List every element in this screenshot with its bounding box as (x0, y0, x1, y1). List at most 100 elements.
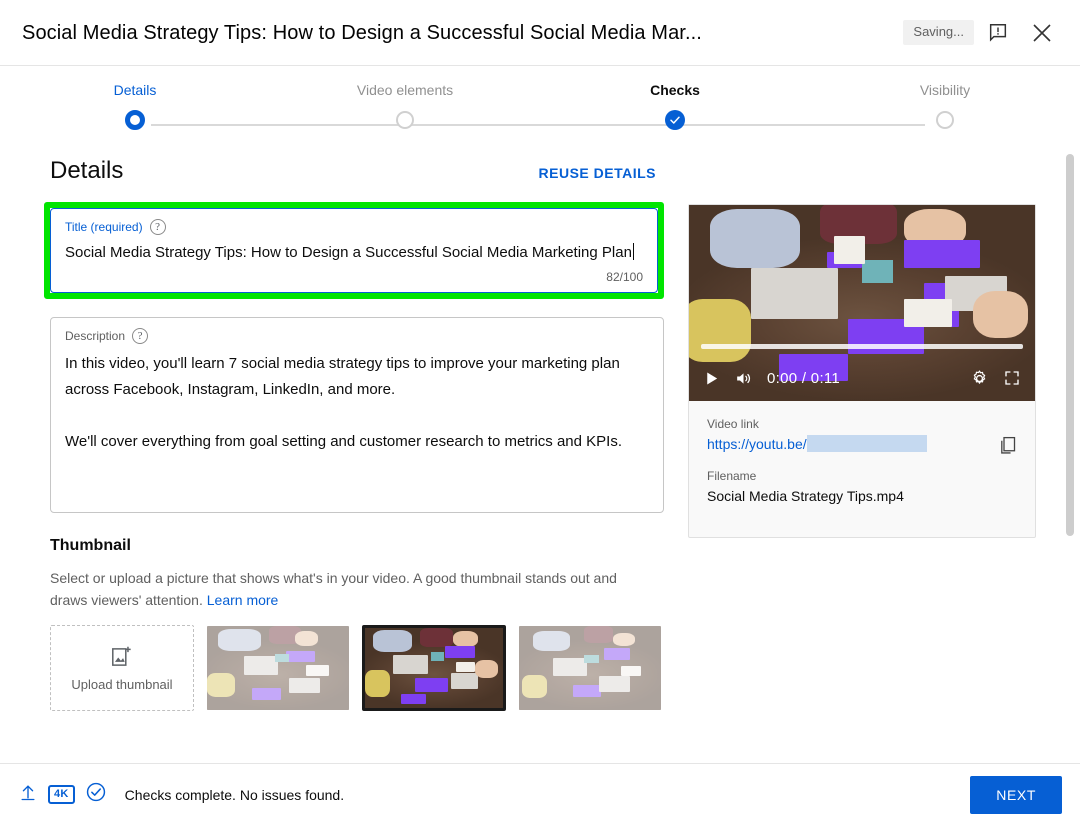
video-id-redacted (806, 435, 927, 452)
step-label-video-elements: Video elements (356, 82, 454, 98)
page-title: Social Media Strategy Tips: How to Desig… (22, 21, 702, 44)
thumbnail-heading: Thumbnail (50, 537, 131, 554)
filename-label: Filename (707, 469, 757, 483)
dialog-body: Details REUSE DETAILS Title (required) ?… (0, 140, 1080, 763)
stepper-track (0, 110, 1080, 140)
video-metadata: Video link https://youtu.be/ Filename So… (689, 401, 1035, 537)
gear-icon (973, 369, 986, 384)
thumbnail-options-row: Upload thumbnail (50, 625, 662, 711)
help-circle-icon[interactable]: ? (149, 219, 166, 235)
title-label-row: Title (required) ? (65, 219, 643, 235)
step-video-elements[interactable]: Video elements (270, 80, 540, 104)
upload-thumbnail-label: Upload thumbnail (71, 676, 173, 692)
step-dot-visibility[interactable] (936, 111, 954, 129)
thumbnail-photo (364, 628, 504, 708)
fullscreen-button[interactable] (1003, 369, 1021, 387)
footer-status-icons: 4K (18, 781, 107, 808)
play-icon (707, 371, 718, 385)
video-time: 0:00 / 0:11 (767, 369, 841, 387)
add-image-icon (112, 646, 131, 666)
learn-more-link[interactable]: Learn more (207, 592, 279, 608)
description-field-label: Description (65, 329, 126, 343)
title-input[interactable]: Social Media Strategy Tips: How to Desig… (65, 240, 643, 266)
copy-icon (1000, 436, 1015, 454)
volume-icon (737, 372, 751, 384)
step-label-visibility: Visibility (919, 82, 971, 98)
upload-status-button[interactable] (18, 782, 38, 807)
copy-link-button[interactable] (991, 429, 1023, 461)
auto-thumbnail-1[interactable] (206, 625, 350, 711)
video-player[interactable]: 0:00 / 0:11 (689, 205, 1035, 401)
title-input-value: Social Media Strategy Tips: How to Desig… (65, 244, 632, 261)
step-details[interactable]: Details (0, 80, 270, 104)
upload-thumbnail-button[interactable]: Upload thumbnail (50, 625, 194, 711)
step-dot-col-visibility (810, 110, 1080, 130)
quality-badge: 4K (48, 785, 75, 804)
step-checks[interactable]: Checks (540, 80, 810, 104)
step-dot-checks[interactable] (665, 110, 685, 130)
details-right-column: 0:00 / 0:11 Video link https://youtu.be/… (688, 156, 1036, 711)
step-dot-video-elements[interactable] (396, 111, 414, 129)
auto-thumbnail-2[interactable] (361, 625, 507, 711)
feedback-icon (989, 23, 1007, 42)
filename-block: Filename Social Media Strategy Tips.mp4 (707, 467, 1017, 507)
text-caret (632, 243, 634, 260)
title-field[interactable]: Title (required) ? Social Media Strategy… (50, 208, 658, 293)
vertical-scrollbar[interactable] (1066, 154, 1074, 536)
stepper-labels: Details Video elements Checks Visibility (0, 80, 1080, 104)
step-dot-col-video-elements (270, 110, 540, 130)
filename-value: Social Media Strategy Tips.mp4 (707, 488, 904, 504)
next-button[interactable]: NEXT (970, 775, 1062, 814)
description-input[interactable]: In this video, you'll learn 7 social med… (65, 349, 649, 455)
play-button[interactable] (703, 370, 720, 387)
upload-stepper: Details Video elements Checks Visibility (0, 66, 1080, 140)
thumbnail-photo (519, 626, 661, 710)
saving-status-badge: Saving... (903, 20, 974, 45)
details-heading: Details (50, 157, 124, 184)
step-dot-col-checks (540, 110, 810, 130)
upload-dialog: Social Media Strategy Tips: How to Desig… (0, 0, 1080, 825)
feedback-button[interactable] (978, 13, 1018, 53)
thumbnail-section: Thumbnail Select or upload a picture tha… (50, 535, 662, 711)
close-icon (1033, 23, 1051, 42)
thumbnail-description: Select or upload a picture that shows wh… (50, 567, 650, 611)
thumbnail-photo (206, 626, 349, 710)
details-content: Details REUSE DETAILS Title (required) ?… (0, 140, 1080, 711)
video-link-row: https://youtu.be/ (707, 433, 1017, 455)
step-visibility[interactable]: Visibility (810, 80, 1080, 104)
title-field-highlight: Title (required) ? Social Media Strategy… (44, 202, 664, 299)
description-field[interactable]: Description ? In this video, you'll lear… (50, 317, 664, 513)
header-actions: Saving... (903, 13, 1062, 53)
footer-status-text: Checks complete. No issues found. (124, 786, 345, 803)
thumbnail-description-text: Select or upload a picture that shows wh… (50, 570, 617, 608)
video-card: 0:00 / 0:11 Video link https://youtu.be/… (688, 204, 1036, 538)
video-link-value[interactable]: https://youtu.be/ (707, 433, 807, 455)
video-progress-bar[interactable] (701, 344, 1023, 349)
video-settings-button[interactable] (970, 369, 989, 388)
description-label-row: Description ? (65, 328, 649, 344)
step-label-checks: Checks (650, 82, 700, 98)
auto-thumbnail-3[interactable] (518, 625, 662, 711)
dialog-header: Social Media Strategy Tips: How to Desig… (0, 0, 1080, 66)
video-link-block: Video link https://youtu.be/ (707, 415, 1017, 455)
title-field-label: Title (required) (65, 220, 143, 234)
step-label-details: Details (113, 82, 157, 98)
checks-status-button[interactable] (85, 781, 107, 808)
stepper-dots (0, 110, 1080, 130)
step-dot-col-details (0, 110, 270, 130)
step-dot-details[interactable] (125, 110, 145, 130)
reuse-details-button[interactable]: REUSE DETAILS (533, 161, 662, 185)
title-char-counter: 82/100 (606, 270, 643, 284)
volume-button[interactable] (734, 369, 753, 388)
help-circle-icon[interactable]: ? (132, 328, 149, 344)
video-link-label: Video link (707, 417, 759, 431)
video-controls: 0:00 / 0:11 (689, 355, 1035, 401)
dialog-footer: 4K Checks complete. No issues found. NEX… (0, 763, 1080, 825)
details-left-column: Details REUSE DETAILS Title (required) ?… (44, 156, 664, 711)
close-button[interactable] (1022, 13, 1062, 53)
upload-icon (21, 785, 35, 801)
check-circle-icon (86, 782, 105, 802)
details-section-header: Details REUSE DETAILS (50, 156, 662, 186)
fullscreen-icon (1005, 371, 1019, 385)
check-icon (670, 116, 680, 124)
